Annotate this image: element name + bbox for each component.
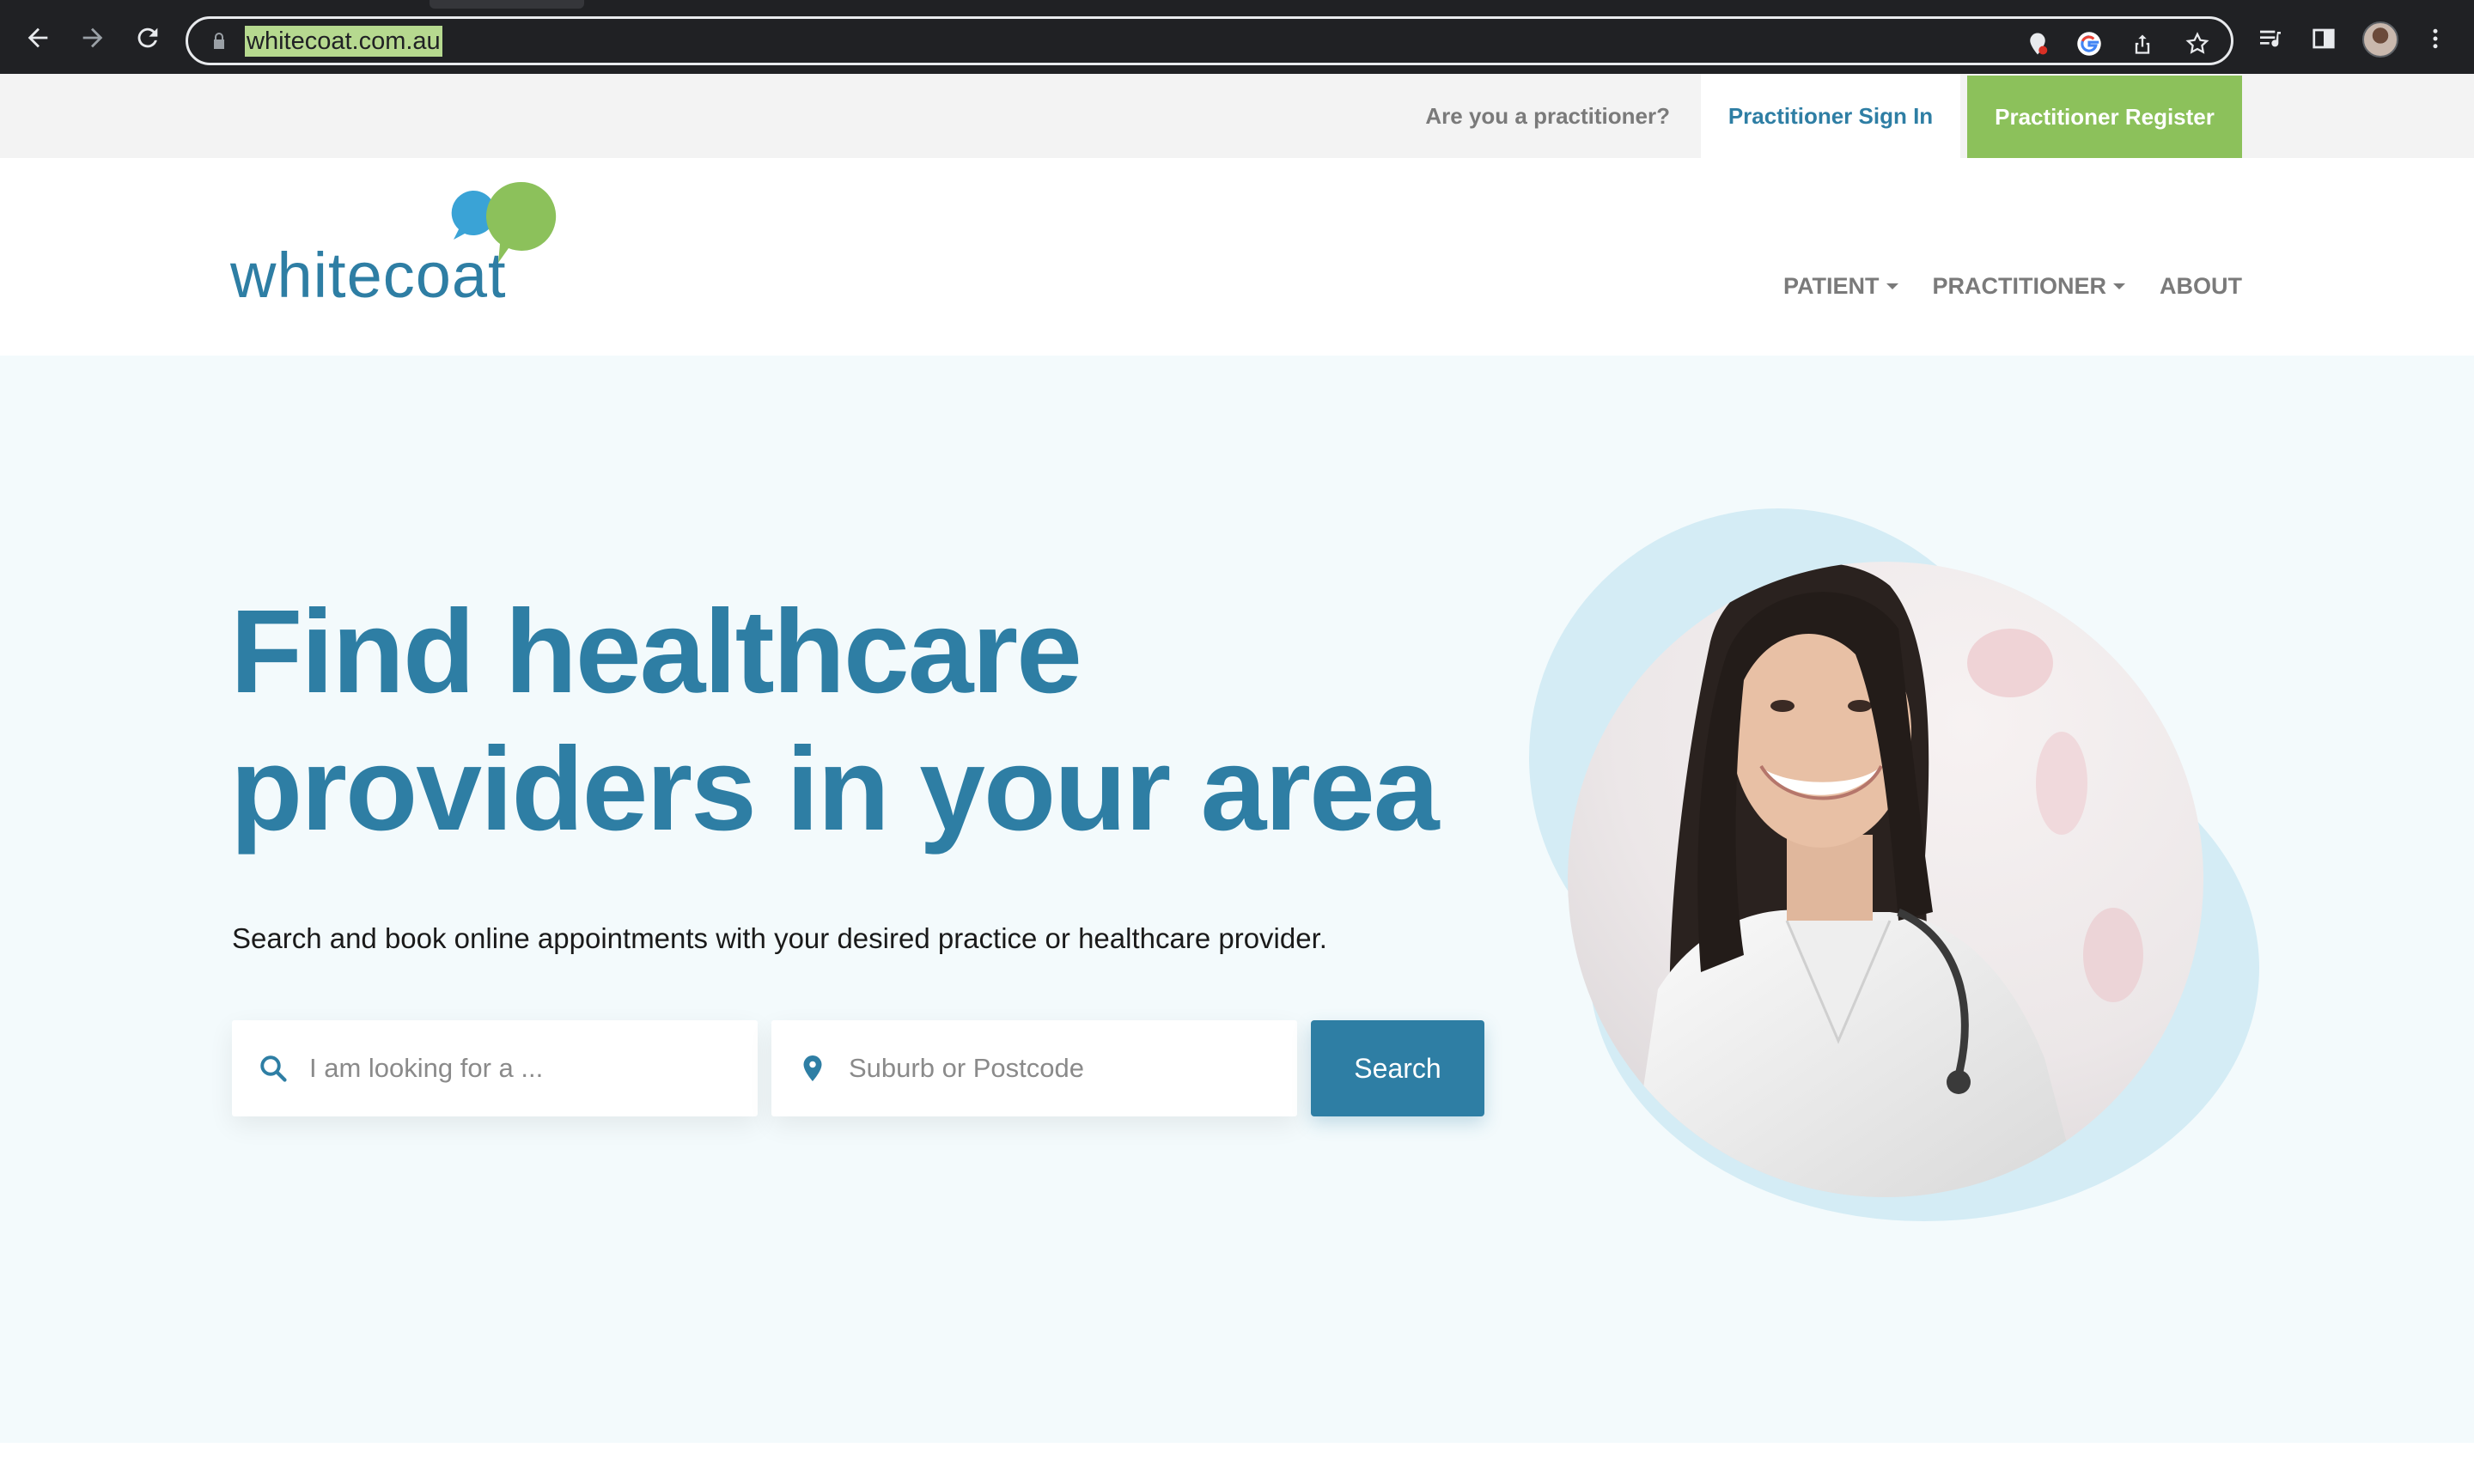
nav-patient[interactable]: PATIENT: [1783, 273, 1898, 300]
active-tab[interactable]: [430, 0, 584, 9]
tab-strip: [0, 0, 2474, 9]
hero-subtitle: Search and book online appointments with…: [232, 922, 1327, 954]
whitecoat-logo[interactable]: whitecoat: [230, 180, 567, 318]
practitioner-search-input[interactable]: [309, 1020, 739, 1116]
practitioner-sign-in-link[interactable]: Practitioner Sign In: [1701, 74, 1960, 158]
practitioner-register-button[interactable]: Practitioner Register: [1967, 76, 2242, 158]
forward-arrow-icon[interactable]: [74, 19, 112, 57]
hero-headline-line2: providers in your area: [230, 723, 1440, 855]
search-icon: [260, 1055, 287, 1082]
address-bar[interactable]: whitecoat.com.au: [186, 16, 2233, 65]
practitioner-question: Are you a practitioner?: [1425, 103, 1670, 129]
url-text[interactable]: whitecoat.com.au: [245, 26, 442, 57]
location-pin-icon: [803, 1055, 822, 1081]
location-search-field[interactable]: [771, 1020, 1297, 1116]
kebab-menu-icon[interactable]: [2419, 22, 2452, 55]
browser-toolbar: whitecoat.com.au: [0, 0, 2474, 74]
reload-icon[interactable]: [129, 19, 167, 57]
page-below-fold: [0, 1443, 2474, 1484]
side-panel-icon[interactable]: [2307, 22, 2340, 55]
bookmark-star-icon[interactable]: [2183, 29, 2212, 58]
main-navigation: PATIENT PRACTITIONER ABOUT: [1783, 273, 2242, 300]
hero-headline: Find healthcare providers in your area: [230, 583, 1519, 858]
back-arrow-icon[interactable]: [19, 19, 57, 57]
nav-practitioner-label: PRACTITIONER: [1932, 273, 2107, 299]
logo-wordmark: whitecoat: [230, 240, 507, 311]
nav-practitioner[interactable]: PRACTITIONER: [1932, 273, 2125, 300]
site-header: whitecoat PATIENT PRACTITIONER ABOUT: [0, 158, 2474, 356]
search-button[interactable]: Search: [1311, 1020, 1484, 1116]
reading-list-icon[interactable]: [2254, 22, 2287, 55]
blocked-location-icon[interactable]: [2023, 29, 2052, 58]
caret-down-icon: [2113, 283, 2125, 289]
hero-headline-line1: Find healthcare: [230, 586, 1082, 718]
practitioner-search-field[interactable]: [232, 1020, 758, 1116]
profile-avatar[interactable]: [2362, 21, 2398, 58]
lock-icon[interactable]: [209, 31, 229, 52]
nav-about-label: ABOUT: [2160, 273, 2242, 299]
hero-section: Find healthcare providers in your area S…: [0, 356, 2474, 1443]
share-icon[interactable]: [2128, 29, 2157, 58]
caret-down-icon: [1886, 283, 1898, 289]
practitioner-utility-bar: Are you a practitioner? Practitioner Sig…: [0, 74, 2474, 158]
google-icon[interactable]: [2075, 29, 2104, 58]
doctor-photo: [1529, 508, 2259, 1221]
nav-patient-label: PATIENT: [1783, 273, 1880, 299]
nav-about[interactable]: ABOUT: [2160, 273, 2242, 300]
location-search-input[interactable]: [849, 1020, 1278, 1116]
